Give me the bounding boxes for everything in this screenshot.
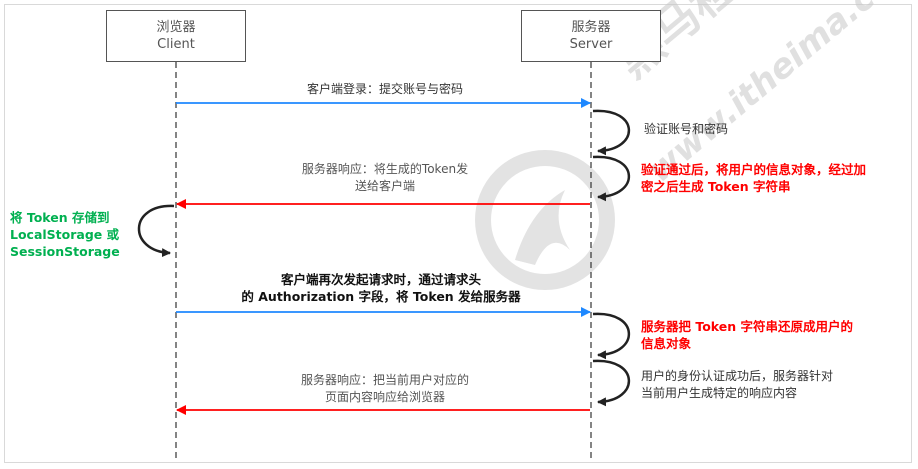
server-actor-box: 服务器 Server <box>521 10 661 62</box>
client-actor-role: Client <box>157 37 195 52</box>
verify-loop <box>592 109 631 156</box>
auth-success-note: 用户的身份认证成功后，服务器针对 当前用户生成特定的响应内容 <box>641 369 834 400</box>
auth-loop <box>592 359 631 407</box>
sequence-diagram: 黑马程序员 www.itheima.com 浏览器 Client <box>0 0 918 469</box>
restore-token-note: 服务器把 Token 字符串还原成用户的 信息对象 <box>641 319 854 351</box>
request-label: 客户端再次发起请求时，通过请求头 的 Authorization 字段，将 To… <box>241 272 521 304</box>
client-actor-name: 浏览器 <box>156 20 196 35</box>
store-token-note: 将 Token 存储到 LocalStorage 或 SessionStorag… <box>10 210 120 259</box>
store-loop <box>137 204 175 258</box>
final-response-label: 服务器响应：把当前用户对应的 页面内容响应给浏览器 <box>300 373 469 404</box>
server-actor-name: 服务器 <box>571 20 611 35</box>
token-response-label: 服务器响应：将生成的Token发 送给客户端 <box>301 162 469 193</box>
generate-token-note: 验证通过后，将用户的信息对象，经过加 密之后生成 Token 字符串 <box>641 162 867 194</box>
login-label: 客户端登录：提交账号与密码 <box>306 82 463 96</box>
restore-loop <box>592 312 631 360</box>
generate-loop <box>592 155 631 202</box>
verify-label: 验证账号和密码 <box>644 122 729 136</box>
client-actor-box: 浏览器 Client <box>106 10 246 62</box>
server-actor-role: Server <box>569 37 613 52</box>
